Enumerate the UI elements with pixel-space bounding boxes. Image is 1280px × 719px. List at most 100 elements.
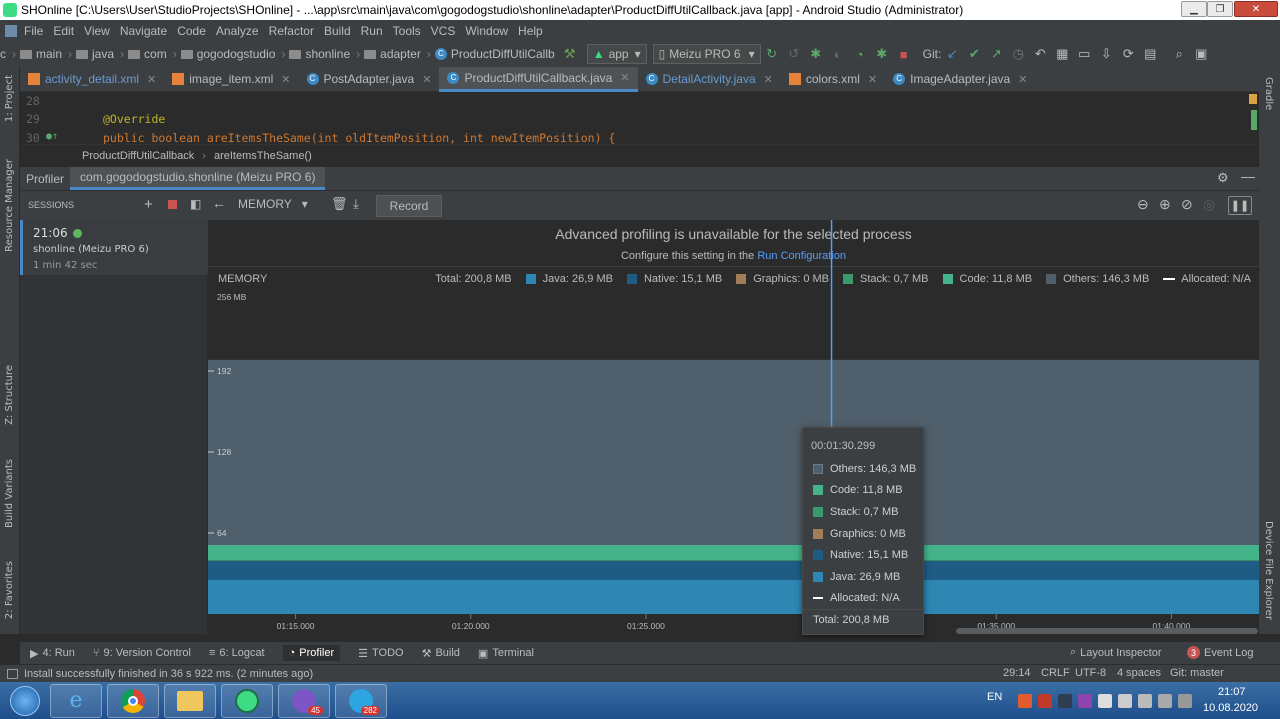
taskbar-android-studio[interactable] — [221, 683, 273, 718]
menu-analyze[interactable]: Analyze — [216, 24, 259, 38]
taskbar-ie[interactable]: e — [50, 683, 102, 718]
breadcrumb-java[interactable]: java › — [76, 47, 124, 61]
profiler-view-select[interactable]: MEMORY ▾ — [238, 197, 308, 211]
tray-volume-icon[interactable] — [1158, 694, 1172, 708]
back-arrow-icon[interactable]: ← — [212, 195, 226, 211]
gear-icon[interactable]: ⚙ — [1217, 170, 1229, 186]
tab-image-item[interactable]: image_item.xml ✕ — [164, 67, 298, 92]
tab-activity-detail[interactable]: activity_detail.xml ✕ — [20, 67, 164, 92]
timeline-scrollbar[interactable] — [956, 628, 1258, 634]
more-icon[interactable]: ▣ — [1193, 46, 1209, 62]
minimize-button[interactable]: ▁ — [1181, 1, 1207, 17]
zoom-in-icon[interactable]: ⊕ — [1159, 196, 1171, 213]
profiler-tool-button[interactable]: ◔ Profiler — [282, 645, 341, 661]
resource-manager-tool-tab[interactable]: Resource Manager — [4, 159, 15, 252]
revert-icon[interactable]: ↶ — [1032, 46, 1048, 62]
taskbar-explorer[interactable] — [164, 683, 216, 718]
pause-icon[interactable]: ❚❚ — [1228, 196, 1252, 215]
zoom-out-icon[interactable]: ⊖ — [1137, 196, 1149, 213]
hide-icon[interactable]: — — [1241, 168, 1255, 184]
memory-profiler[interactable]: Advanced profiling is unavailable for th… — [208, 220, 1259, 634]
favorites-tool-tab[interactable]: 2: Favorites — [4, 561, 15, 619]
taskbar-telegram[interactable]: 282 — [335, 683, 387, 718]
logcat-tool-button[interactable]: ≡ 6: Logcat — [209, 647, 265, 659]
status-toggle-icon[interactable] — [7, 668, 18, 679]
tray-app-icon[interactable] — [1058, 694, 1072, 708]
go-live-icon[interactable]: ◎ — [1203, 196, 1215, 213]
taskbar-viber[interactable]: 45 — [278, 683, 330, 718]
start-button[interactable] — [0, 682, 50, 719]
reset-zoom-icon[interactable]: ⊘ — [1181, 196, 1193, 213]
language-indicator[interactable]: EN — [987, 691, 1002, 703]
todo-tool-button[interactable]: ☰ TODO — [358, 647, 403, 660]
breadcrumb-gogodogstudio[interactable]: gogodogstudio › — [180, 47, 285, 61]
tray-signal-icon[interactable] — [1138, 694, 1152, 708]
breadcrumb-class[interactable]: C ProductDiffUtilCallb — [434, 47, 555, 61]
memory-chart[interactable]: 256 MB 192 128 64 01:15.000 01:20.000 01:25.00… — [208, 220, 1259, 634]
breadcrumb-method[interactable]: areItemsTheSame() — [214, 150, 312, 162]
build-variants-tool-tab[interactable]: Build Variants — [4, 459, 15, 528]
apply-changes-icon[interactable]: ↻ — [764, 46, 780, 62]
tray-app-icon[interactable] — [1078, 694, 1092, 708]
close-icon[interactable]: ✕ — [620, 71, 629, 84]
run-config-select[interactable]: ▲ app ▾ — [586, 44, 647, 64]
layout-inspector-button[interactable]: ⌕ Layout Inspector — [1070, 646, 1162, 659]
session-item[interactable]: 21:06 shonline (Meizu PRO 6) 1 min 42 se… — [20, 220, 208, 275]
tab-image-adapter[interactable]: C ImageAdapter.java ✕ — [885, 67, 1035, 92]
close-icon[interactable]: ✕ — [1018, 73, 1027, 86]
tab-product-diff-util-callback[interactable]: C ProductDiffUtilCallback.java ✕ — [439, 66, 638, 92]
coverage-icon[interactable]: ◐ — [830, 46, 846, 62]
breadcrumb-adapter[interactable]: adapter › — [364, 47, 431, 61]
stop-icon[interactable]: ■ — [896, 46, 912, 62]
record-button[interactable]: Record — [376, 195, 442, 217]
tab-detail-activity[interactable]: C DetailActivity.java ✕ — [638, 67, 781, 92]
event-log-button[interactable]: 3 Event Log — [1187, 646, 1254, 659]
project-structure-icon[interactable]: ▦ — [1054, 46, 1070, 62]
menu-navigate[interactable]: Navigate — [120, 24, 167, 38]
terminal-tool-button[interactable]: ▣ Terminal — [478, 647, 534, 660]
tray-network-icon[interactable] — [1178, 694, 1192, 708]
menu-run[interactable]: Run — [361, 24, 383, 38]
breadcrumb-root[interactable]: c › — [0, 47, 16, 61]
menu-vcs[interactable]: VCS — [431, 24, 456, 38]
clock-time[interactable]: 21:07 — [1218, 686, 1246, 698]
menu-edit[interactable]: Edit — [53, 24, 74, 38]
tray-network-icon[interactable] — [1098, 694, 1112, 708]
menu-build[interactable]: Build — [324, 24, 351, 38]
maximize-button[interactable]: ❐ — [1207, 1, 1233, 17]
git-update-icon[interactable]: ↙ — [944, 46, 960, 62]
menu-view[interactable]: View — [84, 24, 110, 38]
sync-gradle-icon[interactable]: ⟳ — [1120, 46, 1136, 62]
attach-debugger-icon[interactable]: ✱ — [874, 46, 890, 62]
structure-tool-tab[interactable]: Z: Structure — [4, 365, 15, 425]
close-icon[interactable]: ✕ — [764, 73, 773, 86]
taskbar-chrome[interactable] — [107, 683, 159, 718]
build-tool-button[interactable]: ⚒ Build — [422, 647, 460, 660]
breadcrumb-shonline[interactable]: shonline › — [289, 47, 360, 61]
layout-icon[interactable]: ▤ — [1142, 46, 1158, 62]
tab-colors[interactable]: colors.xml ✕ — [781, 67, 885, 92]
breadcrumb-main[interactable]: main › — [20, 47, 72, 61]
menu-help[interactable]: Help — [518, 24, 543, 38]
version-control-tool-button[interactable]: ⑂ 9: Version Control — [93, 647, 191, 659]
project-tool-tab[interactable]: 1: Project — [4, 75, 15, 122]
close-button[interactable]: ✕ — [1234, 1, 1278, 17]
device-file-explorer-tool-tab[interactable]: Device File Explorer — [1263, 521, 1274, 620]
override-gutter-icon[interactable]: ●↑ — [46, 131, 58, 142]
menu-file[interactable]: File — [24, 24, 43, 38]
menu-code[interactable]: Code — [177, 24, 206, 38]
debug-icon[interactable]: ✱ — [808, 46, 824, 62]
hammer-icon[interactable]: ⚒ — [562, 46, 578, 62]
close-icon[interactable]: ✕ — [422, 73, 431, 86]
run-tool-button[interactable]: ▶ 4: Run — [30, 647, 75, 660]
menu-refactor[interactable]: Refactor — [269, 24, 314, 38]
indent-setting[interactable]: 4 spaces — [1117, 667, 1161, 679]
history-icon[interactable]: ◷ — [1010, 46, 1026, 62]
git-branch[interactable]: Git: master — [1170, 667, 1224, 679]
menu-tools[interactable]: Tools — [393, 24, 421, 38]
avd-manager-icon[interactable]: ▭ — [1076, 46, 1092, 62]
tray-app-icon[interactable] — [1018, 694, 1032, 708]
breadcrumb-class[interactable]: ProductDiffUtilCallback — [82, 150, 194, 162]
close-icon[interactable]: ✕ — [281, 73, 290, 86]
heap-dump-icon[interactable]: ⤓ — [353, 196, 359, 212]
